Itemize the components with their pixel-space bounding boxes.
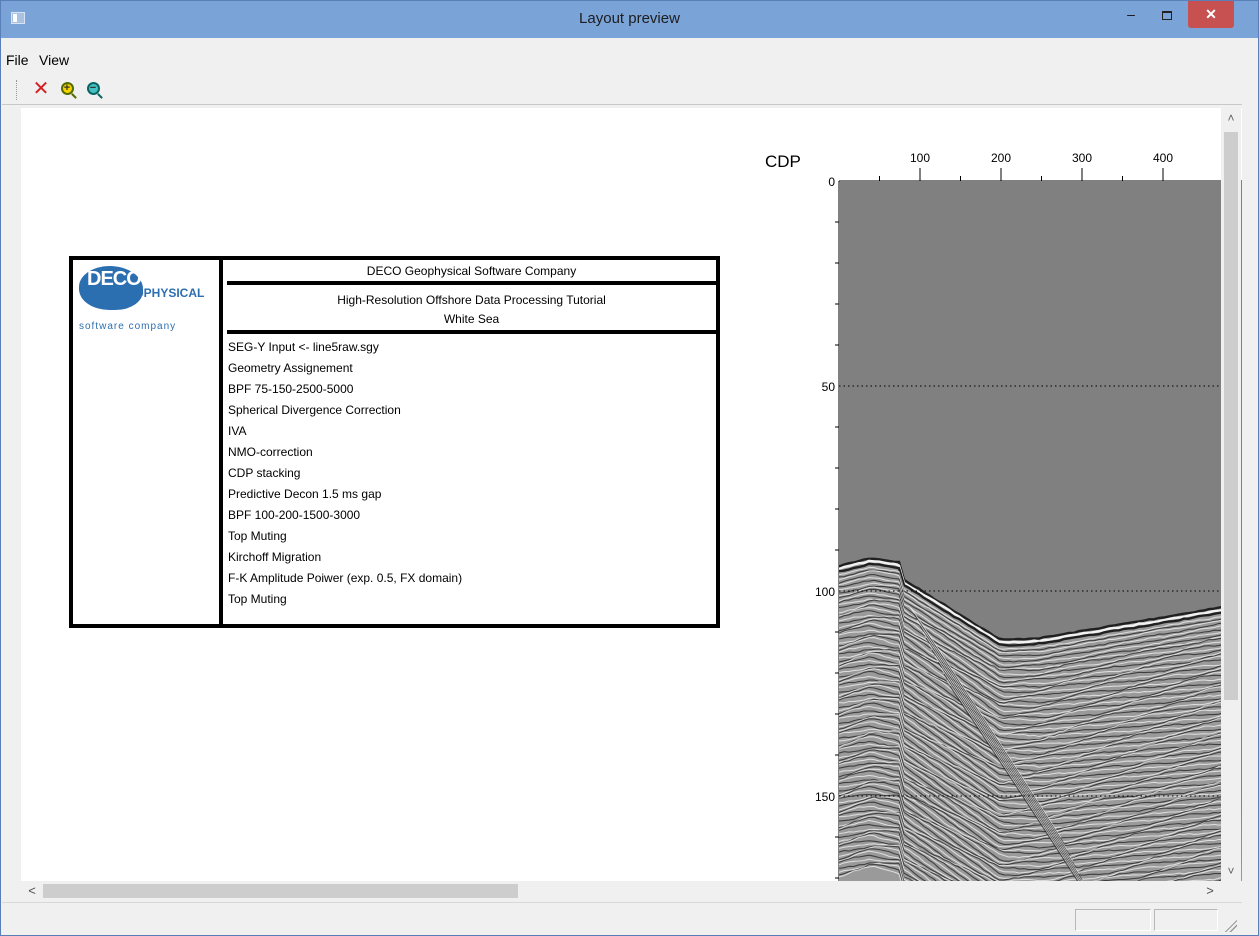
processing-step: Kirchoff Migration [228, 550, 322, 564]
project-title: High-Resolution Offshore Data Processing… [227, 288, 716, 334]
processing-step: BPF 75-150-2500-5000 [228, 382, 354, 396]
processing-step: IVA [228, 424, 247, 438]
close-button[interactable]: ✕ [1188, 1, 1234, 28]
zoom-in-icon: + [60, 82, 74, 95]
x-axis-label: CDP [765, 152, 801, 171]
x-tick-label: 200 [991, 151, 1011, 165]
scroll-left-icon[interactable]: < [23, 881, 41, 901]
zoom-in-button[interactable]: + [56, 78, 78, 100]
y-tick-label: 100 [815, 585, 835, 599]
processing-step: Geometry Assignement [228, 361, 353, 375]
company-name: DECO Geophysical Software Company [227, 260, 716, 285]
seismic-section: CDP 100 200 300 400 0 50 100 150 [765, 151, 1242, 881]
vertical-scrollbar[interactable]: ˄ ˅ [1221, 108, 1241, 881]
processing-steps: SEG-Y Input <- line5raw.sgy Geometry Ass… [228, 337, 708, 610]
logo-tagline: software company [79, 321, 177, 332]
horizontal-scrollbar[interactable]: < > [21, 881, 1222, 901]
toolbar-grip[interactable] [16, 80, 18, 100]
zoom-out-icon: − [86, 82, 100, 95]
y-axis-ticks: 0 50 100 150 [815, 175, 839, 879]
y-tick-label: 0 [828, 175, 835, 189]
processing-step: Top Muting [228, 529, 287, 543]
scroll-right-icon[interactable]: > [1201, 881, 1219, 901]
menu-file[interactable]: File [6, 49, 29, 71]
zoom-out-button[interactable]: − [82, 78, 104, 100]
processing-step: Top Muting [228, 592, 287, 606]
processing-step: CDP stacking [228, 466, 301, 480]
minimize-button[interactable]: – [1114, 1, 1148, 28]
x-axis-ticks: 100 200 300 400 [879, 151, 1173, 181]
scroll-down-icon[interactable]: ˅ [1221, 861, 1241, 881]
processing-step: BPF 100-200-1500-3000 [228, 508, 361, 522]
y-tick-label: 50 [822, 380, 836, 394]
delete-button[interactable]: ✕ [30, 78, 52, 100]
scroll-up-icon[interactable]: ˄ [1221, 108, 1241, 128]
layout-preview-window: Layout preview – ✕ File View ✕ + − DECO … [0, 0, 1259, 936]
horizontal-scroll-thumb[interactable] [43, 884, 518, 898]
processing-step: Predictive Decon 1.5 ms gap [228, 487, 382, 501]
x-tick-label: 400 [1153, 151, 1173, 165]
status-panel-1 [1075, 909, 1151, 931]
processing-step: SEG-Y Input <- line5raw.sgy [228, 340, 379, 354]
processing-step: F-K Amplitude Poiwer (exp. 0.5, FX domai… [228, 571, 463, 585]
logo-cell: DECO GEOPHYSICAL software company [73, 260, 223, 624]
toolbar: ✕ + − [2, 77, 1242, 105]
y-tick-label: 150 [815, 790, 835, 804]
menu-view[interactable]: View [39, 49, 69, 71]
title-bar[interactable]: Layout preview – ✕ [1, 1, 1258, 38]
x-tick-label: 100 [910, 151, 930, 165]
status-panel-2 [1154, 909, 1218, 931]
vertical-scroll-thumb[interactable] [1224, 132, 1238, 700]
company-logo: DECO GEOPHYSICAL software company [79, 266, 223, 336]
x-tick-label: 300 [1072, 151, 1092, 165]
processing-step: Spherical Divergence Correction [228, 403, 401, 417]
resize-grip-icon[interactable] [1224, 919, 1238, 933]
status-bar [2, 902, 1242, 935]
maximize-icon [1161, 10, 1172, 20]
header-table: DECO GEOPHYSICAL software company DECO G… [69, 256, 720, 628]
logo-subtitle: GEOPHYSICAL [117, 286, 205, 300]
maximize-button[interactable] [1149, 1, 1184, 28]
preview-canvas[interactable]: DECO GEOPHYSICAL software company DECO G… [21, 108, 1242, 881]
close-x-icon: ✕ [32, 78, 50, 100]
project-title-line2: White Sea [443, 312, 500, 326]
processing-step: NMO-correction [228, 445, 313, 459]
window-title: Layout preview [579, 10, 680, 27]
project-title-line1: High-Resolution Offshore Data Processing… [337, 293, 606, 307]
